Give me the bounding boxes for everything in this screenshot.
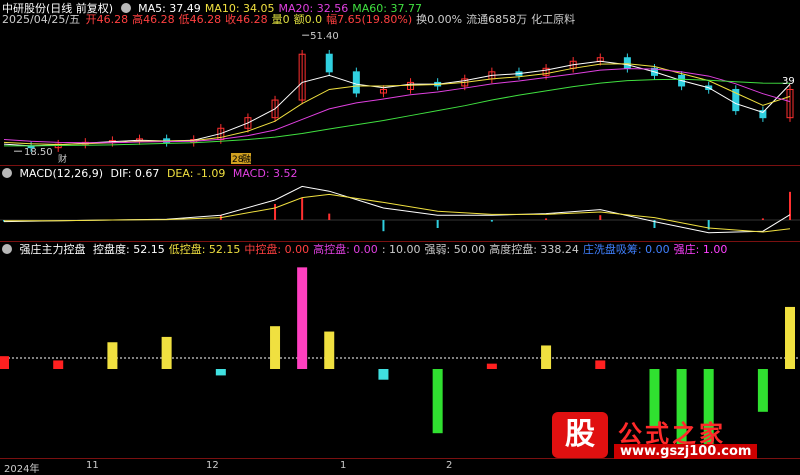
- control-bar: [270, 326, 281, 369]
- logo-url: www.gszj100.com: [614, 444, 758, 459]
- control-bar: [486, 363, 497, 369]
- x-axis-label: 2024年: [4, 464, 40, 475]
- control-bar: [541, 345, 552, 369]
- high-marker-label: 51.40: [310, 31, 339, 42]
- right-price-label: 39: [782, 76, 795, 87]
- macd-line-dea: [4, 193, 791, 233]
- control-bar: [107, 342, 118, 369]
- low-marker-label: 18.50: [24, 147, 53, 158]
- control-bar: [378, 369, 389, 380]
- ma-line-ma5: [3, 60, 791, 147]
- x-axis-label: 2: [446, 460, 453, 471]
- control-bar: [785, 306, 795, 369]
- candle-body: [325, 53, 333, 73]
- x-axis-label: 11: [86, 460, 99, 471]
- control-bar: [215, 369, 226, 376]
- control-bar: [757, 369, 768, 412]
- control-bar: [0, 356, 9, 369]
- badge-text: 融: [242, 154, 251, 165]
- x-axis-label: 1: [340, 460, 347, 471]
- control-bar: [297, 267, 308, 369]
- badge-cai: 财: [58, 153, 67, 165]
- control-bar: [324, 331, 335, 369]
- control-bar: [432, 369, 443, 434]
- site-logo: 股 公式之家 www.gszj100.com: [552, 412, 782, 464]
- x-axis-label: 12: [206, 460, 219, 471]
- control-bar: [161, 336, 172, 369]
- control-bar: [53, 360, 64, 369]
- ma-line-ma10: [3, 63, 791, 145]
- chart-canvas: 51.4018.5039财 28融: [0, 31, 800, 455]
- control-bar: [595, 360, 606, 369]
- logo-badge: 股: [552, 412, 608, 458]
- candle-body: [623, 57, 631, 69]
- macd-line-dif: [3, 185, 791, 234]
- ma-line-ma60: [4, 78, 791, 147]
- candle-body: [352, 71, 360, 94]
